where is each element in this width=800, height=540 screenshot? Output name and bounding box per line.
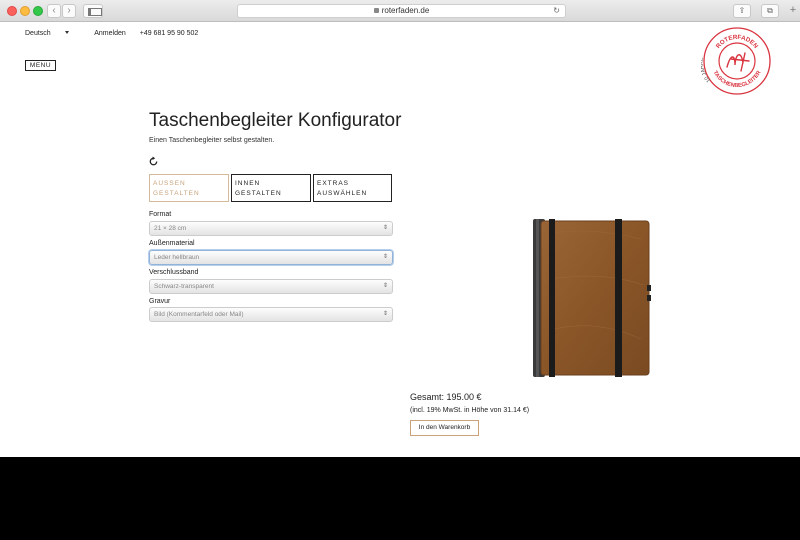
format-select[interactable]: 21 × 28 cm ⇕ [149, 221, 393, 236]
step-tab-aussen[interactable]: AUSSEN GESTALTEN [149, 174, 229, 202]
select-arrows-icon: ⇕ [382, 311, 388, 317]
step-tab-line2: GESTALTEN [235, 190, 282, 197]
back-button[interactable]: ‹ [47, 4, 61, 18]
step-tab-line1: EXTRAS [317, 180, 350, 187]
forward-button[interactable]: › [62, 4, 76, 18]
page-title: Taschenbegleiter Konfigurator [149, 110, 402, 131]
browser-window: ‹ › roterfaden.de ↻ ⇪ ⧉ + Deutsch Anmeld… [0, 0, 800, 457]
closure-band-select[interactable]: Schwarz-transparent ⇕ [149, 279, 393, 294]
sidebar-toggle-button[interactable] [83, 4, 103, 18]
step-tab-line2: GESTALTEN [153, 190, 200, 197]
login-link[interactable]: Anmelden [94, 30, 126, 37]
new-tab-button[interactable]: + [786, 4, 800, 18]
format-value: 21 × 28 cm [154, 225, 187, 232]
outer-material-value: Leder hellbraun [154, 254, 200, 261]
engraving-value: Bild (Kommentarfeld oder Mail) [154, 311, 244, 318]
closure-band-label: Verschlussband [149, 269, 199, 276]
reload-icon[interactable]: ↻ [553, 5, 560, 17]
vat-note: (incl. 19% MwSt. in Höhe von 31.14 €) [410, 407, 530, 414]
engraving-label: Gravur [149, 298, 171, 305]
top-navigation: Deutsch Anmelden +49 681 95 90 502 [25, 30, 210, 37]
minimize-window-button[interactable] [20, 6, 30, 16]
page-subtitle: Einen Taschenbegleiter selbst gestalten. [149, 137, 275, 144]
step-tab-line1: AUSSEN [153, 180, 186, 187]
show-tabs-button[interactable]: ⧉ [761, 4, 779, 18]
reset-icon[interactable] [148, 156, 159, 167]
select-arrows-icon: ⇕ [382, 254, 388, 260]
closure-band-value: Schwarz-transparent [154, 283, 214, 290]
select-arrows-icon: ⇕ [382, 225, 388, 231]
close-window-button[interactable] [7, 6, 17, 16]
lock-icon [373, 8, 379, 13]
step-tab-extras[interactable]: EXTRAS AUSWÄHLEN [313, 174, 392, 202]
share-button[interactable]: ⇪ [733, 4, 751, 18]
chevron-down-icon [64, 31, 69, 34]
step-tab-innen[interactable]: INNEN GESTALTEN [231, 174, 311, 202]
address-bar[interactable]: roterfaden.de ↻ [237, 4, 566, 18]
logo-arc-top: ROTERFADEN [715, 34, 760, 50]
outer-material-select[interactable]: Leder hellbraun ⇕ [149, 250, 393, 265]
logo-side-text: 10 JAHRE [701, 57, 712, 83]
zoom-window-button[interactable] [33, 6, 43, 16]
step-tab-line1: INNEN [235, 180, 261, 187]
language-selector[interactable]: Deutsch [25, 30, 81, 37]
language-label: Deutsch [25, 30, 51, 37]
browser-toolbar: ‹ › roterfaden.de ↻ ⇪ ⧉ + [0, 0, 800, 22]
total-price: Gesamt: 195.00 € [410, 392, 482, 402]
menu-button[interactable]: MENU [25, 60, 56, 71]
outer-material-label: Außenmaterial [149, 240, 195, 247]
format-label: Format [149, 211, 172, 218]
select-arrows-icon: ⇕ [382, 283, 388, 289]
add-to-cart-button[interactable]: In den Warenkorb [410, 420, 479, 436]
notebook-preview-image [533, 219, 651, 377]
step-tab-line2: AUSWÄHLEN [317, 190, 368, 197]
url-text: roterfaden.de [381, 6, 430, 15]
engraving-select[interactable]: Bild (Kommentarfeld oder Mail) ⇕ [149, 307, 393, 322]
roterfaden-logo[interactable]: ROTERFADEN TASCHENBEGLEITER 10 JAHRE [701, 25, 773, 97]
phone-number: +49 681 95 90 502 [139, 30, 199, 37]
